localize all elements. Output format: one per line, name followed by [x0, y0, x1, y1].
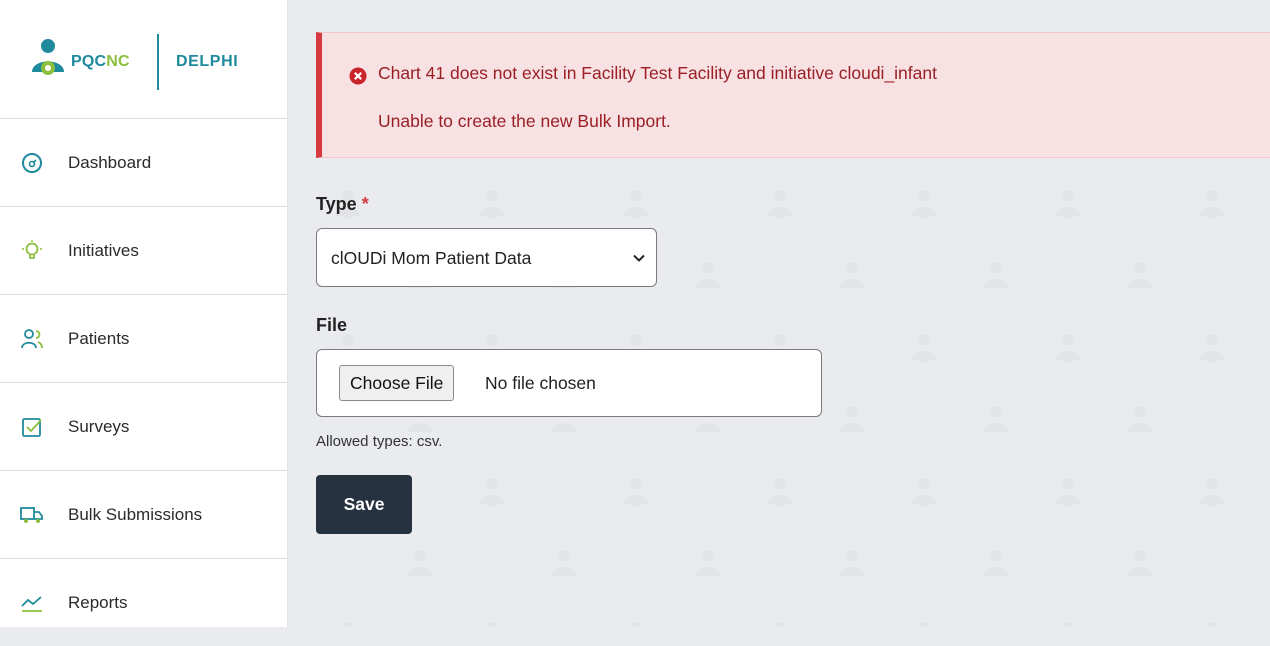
- checkbox-icon: [20, 415, 44, 439]
- dashboard-gauge-icon: [20, 151, 44, 175]
- type-select[interactable]: clOUDi Mom Patient Data: [316, 228, 657, 287]
- sidebar-item-reports[interactable]: Reports: [0, 559, 287, 646]
- sidebar-item-label: Dashboard: [68, 152, 152, 172]
- sidebar-item-label: Bulk Submissions: [68, 504, 203, 524]
- sidebar-item-initiatives[interactable]: Initiatives: [0, 207, 287, 295]
- choose-file-button[interactable]: Choose File: [339, 365, 455, 401]
- sidebar-item-label: Patients: [68, 328, 130, 348]
- chevron-down-icon: [633, 254, 645, 262]
- type-field-label: Type *: [316, 194, 369, 214]
- brand-name: PQCNC: [71, 53, 130, 70]
- file-status-text: No file chosen: [485, 373, 596, 393]
- file-input[interactable]: Choose File No file chosen: [316, 349, 822, 417]
- pqcnc-logo-icon: [32, 39, 64, 75]
- sidebar-item-bulk-submissions[interactable]: Bulk Submissions: [0, 471, 287, 559]
- sidebar-item-patients[interactable]: Patients: [0, 295, 287, 383]
- alert-message-secondary: Unable to create the new Bulk Import.: [378, 111, 671, 131]
- logo-divider: [157, 34, 159, 90]
- sidebar: PQCNC DELPHI Dashboard Initiatives Patie…: [0, 0, 288, 627]
- alert-message: Chart 41 does not exist in Facility Test…: [378, 63, 937, 83]
- users-icon: [20, 327, 44, 351]
- file-help-text: Allowed types: csv.: [316, 433, 443, 450]
- sidebar-item-label: Surveys: [68, 416, 130, 436]
- sidebar-item-label: Reports: [68, 592, 128, 612]
- error-alert: Chart 41 does not exist in Facility Test…: [316, 32, 1270, 158]
- logo-area: PQCNC DELPHI: [0, 0, 287, 119]
- chart-line-icon: [20, 591, 44, 615]
- truck-icon: [20, 503, 44, 527]
- save-button[interactable]: Save: [316, 475, 412, 534]
- lightbulb-icon: [20, 239, 44, 263]
- required-indicator: *: [361, 194, 369, 214]
- brand-product: DELPHI: [176, 53, 239, 70]
- type-select-value: clOUDi Mom Patient Data: [331, 248, 532, 268]
- sidebar-item-dashboard[interactable]: Dashboard: [0, 119, 287, 207]
- error-circle-icon: [349, 67, 367, 85]
- sidebar-item-label: Initiatives: [68, 240, 139, 260]
- file-field-label: File: [316, 315, 348, 335]
- sidebar-item-surveys[interactable]: Surveys: [0, 383, 287, 471]
